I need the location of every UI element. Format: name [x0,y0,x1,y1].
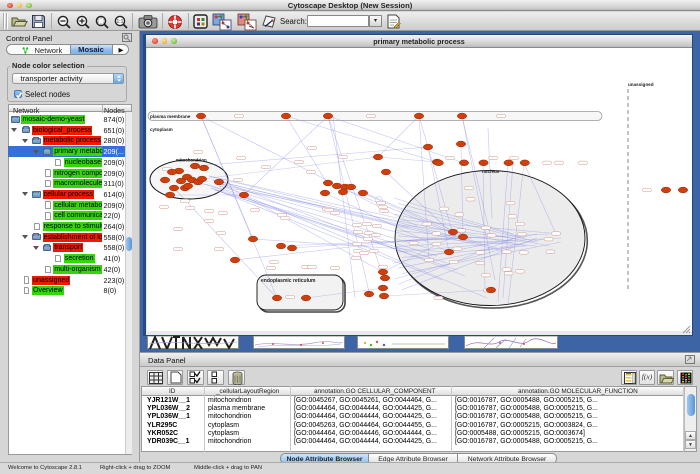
svg-text:cytoplasm: cytoplasm [150,127,173,132]
svg-text:1:1: 1:1 [117,19,124,25]
svg-text:mitochondrion: mitochondrion [176,158,207,163]
svg-text:plasma membrane: plasma membrane [150,114,191,119]
svg-text:nucleus: nucleus [482,169,500,174]
svg-text:unassigned: unassigned [628,82,654,87]
